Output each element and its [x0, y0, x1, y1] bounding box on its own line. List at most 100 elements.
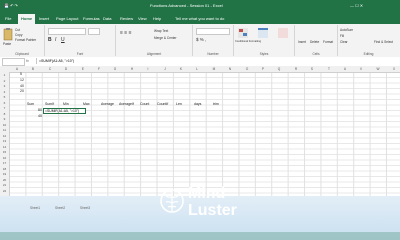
number-format-box[interactable] — [196, 28, 230, 35]
column-header[interactable]: E — [75, 66, 91, 72]
merge-center-button[interactable]: Merge & Center — [154, 36, 177, 40]
sheet-tab[interactable]: Sheet3 — [80, 206, 90, 210]
column-header[interactable]: G — [107, 66, 123, 72]
header-cell[interactable]: Count — [140, 102, 149, 106]
column-header[interactable]: U — [337, 66, 353, 72]
format-as-table-icon[interactable] — [258, 28, 268, 38]
cell-a3[interactable]: 40 — [20, 84, 24, 88]
column-header[interactable]: L — [189, 66, 205, 72]
column-header[interactable]: X — [386, 66, 400, 72]
window-controls[interactable]: — ☐ ✕ — [350, 0, 363, 11]
header-cell[interactable]: Len — [176, 102, 182, 106]
row-header[interactable]: 15 — [0, 150, 9, 154]
row-header[interactable]: 3 — [0, 84, 9, 88]
header-cell[interactable]: Sum — [27, 102, 34, 106]
column-header[interactable]: D — [58, 66, 74, 72]
header-cell[interactable]: days — [194, 102, 201, 106]
font-size-box[interactable] — [88, 28, 100, 35]
paste-button[interactable]: Paste — [3, 42, 11, 46]
cell-b8[interactable]: 40 — [38, 114, 42, 118]
find-select-button[interactable]: Find & Select — [374, 40, 393, 44]
copy-button[interactable]: Copy — [15, 33, 22, 37]
header-cell[interactable]: Max — [83, 102, 90, 106]
font-name-box[interactable] — [48, 28, 86, 35]
tab-page-layout[interactable]: Page Layout — [53, 14, 81, 24]
cell-b7[interactable]: 80 — [38, 108, 42, 112]
row-header[interactable]: 6 — [0, 101, 9, 105]
row-header[interactable]: 10 — [0, 123, 9, 127]
conditional-formatting-icon[interactable] — [238, 28, 248, 38]
column-header[interactable]: M — [206, 66, 222, 72]
name-box[interactable] — [2, 58, 25, 66]
row-header[interactable]: 1 — [0, 73, 9, 77]
bold-icon[interactable]: B — [48, 37, 52, 43]
cell-styles-icon[interactable] — [278, 28, 288, 38]
column-header[interactable]: S — [304, 66, 320, 72]
row-header[interactable]: 7 — [0, 106, 9, 110]
cut-button[interactable]: Cut — [15, 28, 20, 32]
number-format-icons[interactable]: $ % , — [196, 37, 206, 42]
row-header[interactable]: 19 — [0, 172, 9, 176]
tab-insert[interactable]: Insert — [36, 14, 52, 24]
row-header[interactable]: 20 — [0, 178, 9, 182]
tab-home[interactable]: Home — [18, 14, 36, 24]
align-icons[interactable]: ≡ ≡ ≡ — [120, 30, 132, 36]
row-header[interactable]: 5 — [0, 95, 9, 99]
column-header[interactable]: N — [222, 66, 238, 72]
row-header[interactable]: 8 — [0, 112, 9, 116]
wrap-text-button[interactable]: Wrap Text — [154, 29, 168, 33]
insert-cells-button[interactable]: Insert — [298, 40, 306, 44]
column-header[interactable]: H — [124, 66, 140, 72]
column-header[interactable]: K — [173, 66, 189, 72]
header-cell[interactable]: AverageIf — [119, 102, 134, 106]
autosum-button[interactable]: AutoSum — [340, 28, 353, 32]
column-header[interactable]: Q — [271, 66, 287, 72]
worksheet-grid[interactable] — [0, 66, 400, 196]
fx-icon[interactable]: fx — [26, 58, 29, 64]
column-header[interactable]: T — [321, 66, 337, 72]
row-header[interactable]: 11 — [0, 128, 9, 132]
header-cell[interactable]: CountIf — [157, 102, 168, 106]
row-header[interactable]: 18 — [0, 167, 9, 171]
row-header[interactable]: 17 — [0, 161, 9, 165]
active-cell-editor[interactable]: =SUMIF(A1:A5, ">10") — [43, 108, 86, 114]
tell-me-search[interactable]: Tell me what you want to do — [172, 14, 227, 24]
row-header[interactable]: 9 — [0, 117, 9, 121]
tab-file[interactable]: File — [2, 14, 14, 24]
column-header[interactable]: O — [239, 66, 255, 72]
formula-input[interactable]: =SUMIF(A1:A5, ">10") — [36, 58, 399, 64]
column-header[interactable]: C — [42, 66, 58, 72]
row-header[interactable]: 12 — [0, 134, 9, 138]
cell-a2[interactable]: 12 — [20, 78, 24, 82]
column-header[interactable]: F — [91, 66, 107, 72]
column-header[interactable]: A — [9, 66, 25, 72]
row-header[interactable]: 14 — [0, 145, 9, 149]
tab-help[interactable]: Help — [150, 14, 164, 24]
row-header[interactable]: 13 — [0, 139, 9, 143]
column-header[interactable]: B — [25, 66, 41, 72]
header-cell[interactable]: Min — [63, 102, 69, 106]
fill-button[interactable]: Fill — [340, 34, 344, 38]
column-header[interactable]: P — [255, 66, 271, 72]
row-header[interactable]: 22 — [0, 189, 9, 193]
column-header[interactable]: R — [288, 66, 304, 72]
clear-button[interactable]: Clear — [340, 40, 348, 44]
underline-icon[interactable]: U — [61, 37, 65, 43]
header-cell[interactable]: trim — [213, 102, 219, 106]
column-header[interactable]: W — [370, 66, 386, 72]
row-header[interactable]: 4 — [0, 90, 9, 94]
format-painter-button[interactable]: Format Painter — [15, 38, 36, 42]
header-cell[interactable]: Average — [101, 102, 114, 106]
cell-a1[interactable]: 5 — [20, 72, 22, 76]
cell-a4[interactable]: 20 — [20, 89, 24, 93]
tab-data[interactable]: Data — [100, 14, 114, 24]
tab-view[interactable]: View — [135, 14, 150, 24]
format-cells-button[interactable]: Format — [323, 40, 333, 44]
header-cell[interactable]: SumIf — [45, 102, 54, 106]
italic-icon[interactable]: I — [55, 37, 56, 43]
row-header[interactable]: 21 — [0, 183, 9, 187]
conditional-formatting-button[interactable]: Conditional Formatting — [235, 40, 261, 43]
quick-access-toolbar[interactable]: 💾 ↶ ↷ — [4, 0, 18, 11]
delete-cells-button[interactable]: Delete — [310, 40, 319, 44]
paste-icon[interactable] — [3, 28, 13, 41]
